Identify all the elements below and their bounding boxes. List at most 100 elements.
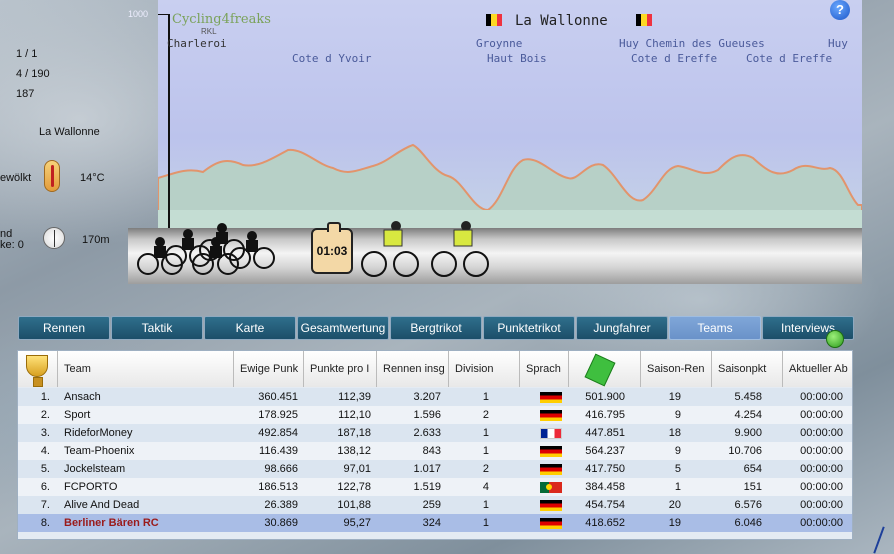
riders-group [137, 221, 489, 277]
flag-fr-icon [540, 428, 562, 439]
cell-language [520, 496, 569, 514]
help-button[interactable]: ? [830, 0, 850, 20]
table-row[interactable]: 5. Jockelsteam 98.666 97,01 1.017 2 417.750 5 65… [18, 460, 852, 478]
cell-saisonpkt: 5.458 [734, 391, 762, 403]
cell-money: 447.851 [585, 427, 625, 439]
belgium-flag-icon [486, 14, 502, 26]
cell-saison-rennen: 20 [668, 499, 681, 511]
cell-team[interactable]: Sport [64, 406, 232, 424]
header-saison-rennen[interactable]: Saison-Ren [641, 351, 712, 387]
tab-taktik[interactable]: Taktik [111, 316, 203, 340]
cell-language [520, 442, 569, 460]
cell-saison-rennen: 9 [674, 409, 681, 421]
stage-counter: 1 / 1 [16, 48, 38, 60]
place-cote-ereffe: Cote d Ereffe [631, 52, 718, 65]
thermometer-icon [44, 160, 60, 192]
header-ppr[interactable]: Punkte pro I [304, 351, 377, 387]
cell-money: 416.795 [585, 409, 625, 421]
header-aktueller[interactable]: Aktueller Ab [783, 351, 852, 387]
cell-ppr: 97,01 [343, 463, 371, 475]
cell-team[interactable]: RideforMoney [64, 424, 232, 442]
cell-rank: 7. [40, 499, 50, 511]
flag-de-icon [540, 500, 562, 511]
tab-gesamtwertung[interactable]: Gesamtwertung [297, 316, 389, 340]
cell-ewige: 30.869 [264, 517, 298, 529]
elevation-profile [158, 143, 862, 230]
cell-rennen: 1.596 [413, 409, 441, 421]
cell-ewige: 186.513 [258, 481, 298, 493]
cell-division: 2 [482, 463, 489, 475]
tab-jungfahrer[interactable]: Jungfahrer [576, 316, 668, 340]
logo: Cycling4freaks [172, 12, 271, 27]
header-sprache[interactable]: Sprach [520, 351, 569, 387]
header-rennen[interactable]: Rennen insg [377, 351, 449, 387]
flag-de-icon [540, 392, 562, 403]
cell-division: 1 [482, 517, 489, 529]
cell-saison-rennen: 19 [668, 517, 681, 529]
cell-saison-rennen: 19 [668, 391, 681, 403]
table-row[interactable]: 7. Alive And Dead 26.389 101,88 259 1 454.754 2… [18, 496, 852, 514]
cell-team[interactable]: Team-Phoenix [64, 442, 232, 460]
cell-money: 418.652 [585, 517, 625, 529]
table-row[interactable]: 4. Team-Phoenix 116.439 138,12 843 1 564.237 9 1… [18, 442, 852, 460]
cell-team[interactable]: Alive And Dead [64, 496, 232, 514]
cell-team[interactable]: Jockelsteam [64, 460, 232, 478]
table-row[interactable]: 1. Ansach 360.451 112,39 3.207 1 501.900 19 5.45… [18, 388, 852, 406]
cell-team[interactable]: Berliner Bären RC [64, 514, 232, 532]
cell-language [520, 478, 569, 496]
altitude-label: 170m [82, 234, 110, 246]
cell-money: 501.900 [585, 391, 625, 403]
cell-division: 1 [482, 427, 489, 439]
flag-de-icon [540, 464, 562, 475]
cell-rennen: 2.633 [413, 427, 441, 439]
cell-money: 454.754 [585, 499, 625, 511]
tab-bergtrikot[interactable]: Bergtrikot [390, 316, 482, 340]
tab-punktetrikot[interactable]: Punktetrikot [483, 316, 575, 340]
cell-rennen: 1.017 [413, 463, 441, 475]
race-clock: 01:03 [311, 222, 353, 274]
cell-saison-rennen: 1 [674, 481, 681, 493]
cell-ewige: 26.389 [264, 499, 298, 511]
place-huy: Huy [828, 37, 848, 50]
cell-aktueller: 00:00:00 [800, 481, 843, 493]
cell-money: 417.750 [585, 463, 625, 475]
money-icon [584, 353, 616, 387]
header-saisonpkt[interactable]: Saisonpkt [712, 351, 783, 387]
cell-saison-rennen: 18 [668, 427, 681, 439]
tab-karte[interactable]: Karte [204, 316, 296, 340]
cell-aktueller: 00:00:00 [800, 391, 843, 403]
cell-saisonpkt: 6.576 [734, 499, 762, 511]
tab-rennen[interactable]: Rennen [18, 316, 110, 340]
cell-money: 564.237 [585, 445, 625, 457]
cell-saisonpkt: 10.706 [728, 445, 762, 457]
axis-max-label: 1000 [128, 9, 149, 19]
cell-language [520, 406, 569, 424]
cell-ppr: 122,78 [337, 481, 371, 493]
cell-rennen: 843 [422, 445, 441, 457]
weather-label: ewölkt [0, 172, 32, 184]
cell-language [520, 424, 569, 442]
table-row[interactable]: 2. Sport 178.925 112,10 1.596 2 416.795 9 4.254 0… [18, 406, 852, 424]
rider-number: 187 [16, 88, 35, 100]
cell-team[interactable]: Ansach [64, 388, 232, 406]
cell-team[interactable]: FCPORTO [64, 478, 232, 496]
stage-profile [158, 0, 862, 230]
cell-rank: 8. [40, 517, 50, 529]
cell-ewige: 116.439 [259, 445, 298, 457]
table-row[interactable]: 6. FCPORTO 186.513 122,78 1.519 4 384.458 1 151 0… [18, 478, 852, 496]
cell-ppr: 187,18 [337, 427, 371, 439]
header-division[interactable]: Division [449, 351, 520, 387]
table-row[interactable]: 3. RideforMoney 492.854 187,18 2.633 1 447.851… [18, 424, 852, 442]
tab-teams[interactable]: Teams [669, 316, 761, 340]
cell-saison-rennen: 9 [674, 445, 681, 457]
header-ewige[interactable]: Ewige Punk [234, 351, 304, 387]
cell-rank: 6. [40, 481, 50, 493]
cell-saison-rennen: 5 [674, 463, 681, 475]
header-team[interactable]: Team [58, 351, 234, 387]
table-row[interactable]: 8. Berliner Bären RC 30.869 95,27 324 1 418.65… [18, 514, 852, 532]
place-cote-ereffe-2: Cote d Ereffe [746, 52, 833, 65]
compass-icon [43, 227, 65, 249]
cell-language [520, 514, 569, 532]
header-rank[interactable] [18, 351, 58, 387]
header-money[interactable] [569, 351, 641, 387]
